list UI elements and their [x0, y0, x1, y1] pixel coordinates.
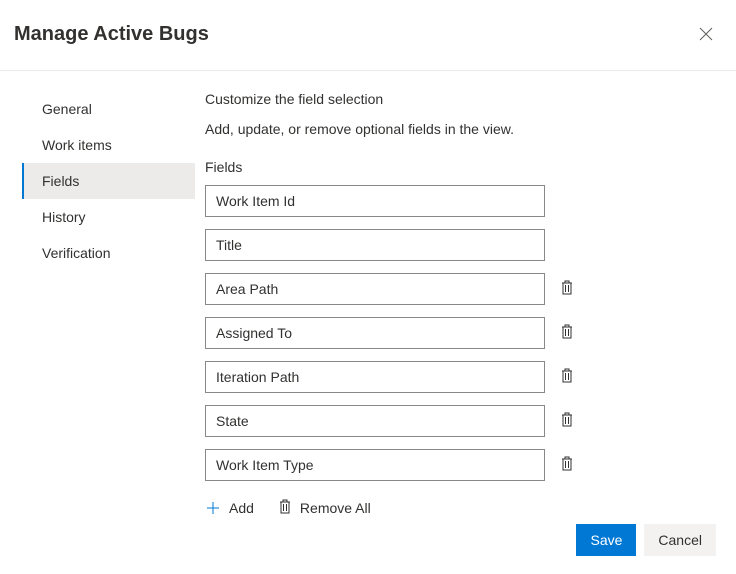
- field-row: [205, 361, 716, 393]
- dialog-footer: Save Cancel: [576, 524, 716, 556]
- plus-icon: [205, 500, 221, 516]
- field-input[interactable]: [205, 405, 545, 437]
- delete-field-button[interactable]: [557, 455, 577, 475]
- field-input[interactable]: [205, 273, 545, 305]
- delete-field-button[interactable]: [557, 323, 577, 343]
- remove-all-button[interactable]: Remove All: [278, 499, 371, 517]
- trash-icon: [278, 499, 292, 517]
- sidebar-item-history[interactable]: History: [22, 199, 195, 235]
- content-description: Add, update, or remove optional fields i…: [205, 121, 716, 137]
- field-input[interactable]: [205, 317, 545, 349]
- field-row: [205, 449, 716, 481]
- field-row: [205, 317, 716, 349]
- field-list: [205, 185, 716, 481]
- trash-icon: [560, 324, 574, 342]
- close-button[interactable]: [690, 18, 722, 50]
- dialog-header: Manage Active Bugs: [0, 0, 736, 70]
- trash-icon: [560, 280, 574, 298]
- fields-section-label: Fields: [205, 159, 716, 175]
- sidebar-item-fields[interactable]: Fields: [22, 163, 195, 199]
- cancel-button[interactable]: Cancel: [644, 524, 716, 556]
- field-row: [205, 185, 716, 217]
- field-input[interactable]: [205, 449, 545, 481]
- field-row: [205, 273, 716, 305]
- delete-field-button[interactable]: [557, 411, 577, 431]
- field-input[interactable]: [205, 185, 545, 217]
- trash-icon: [560, 368, 574, 386]
- sidebar-item-work-items[interactable]: Work items: [22, 127, 195, 163]
- dialog-title: Manage Active Bugs: [14, 23, 209, 46]
- field-actions: Add Remove All: [205, 499, 716, 517]
- trash-icon: [560, 412, 574, 430]
- sidebar-item-general[interactable]: General: [22, 91, 195, 127]
- close-icon: [699, 27, 713, 41]
- field-input[interactable]: [205, 229, 545, 261]
- field-input[interactable]: [205, 361, 545, 393]
- delete-field-button[interactable]: [557, 279, 577, 299]
- sidebar-item-verification[interactable]: Verification: [22, 235, 195, 271]
- remove-all-label: Remove All: [300, 500, 371, 516]
- trash-icon: [560, 456, 574, 474]
- field-row: [205, 405, 716, 437]
- delete-field-button[interactable]: [557, 367, 577, 387]
- add-field-label: Add: [229, 500, 254, 516]
- field-row: [205, 229, 716, 261]
- dialog-body: GeneralWork itemsFieldsHistoryVerificati…: [0, 71, 736, 517]
- add-field-button[interactable]: Add: [205, 500, 254, 516]
- save-button[interactable]: Save: [576, 524, 636, 556]
- content-title: Customize the field selection: [205, 91, 716, 107]
- sidebar-nav: GeneralWork itemsFieldsHistoryVerificati…: [0, 91, 195, 517]
- content-pane: Customize the field selection Add, updat…: [195, 91, 736, 517]
